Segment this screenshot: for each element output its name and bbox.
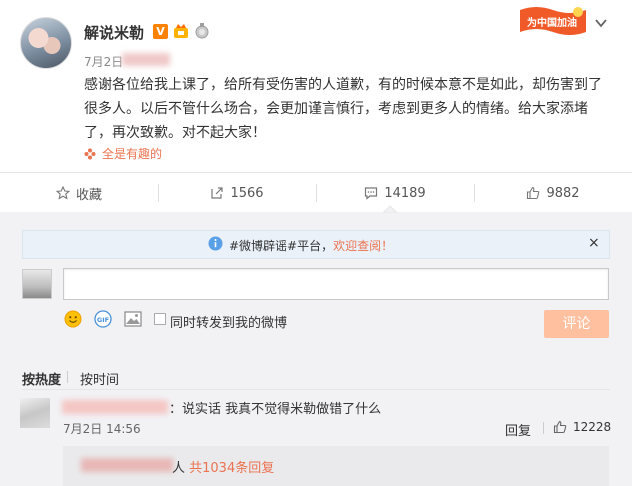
- rumor-notice-text[interactable]: #微博辟谣#平台，欢迎查阅！: [229, 237, 393, 254]
- repost-count: 1566: [230, 185, 264, 201]
- my-avatar[interactable]: [22, 269, 52, 299]
- info-icon: [208, 236, 223, 251]
- divider: [67, 371, 68, 383]
- repost-icon: [211, 187, 224, 199]
- sub-reply-summary[interactable]: 人 共1034条回复: [172, 457, 274, 476]
- comment-input[interactable]: [63, 268, 609, 300]
- comment-count: 14189: [384, 185, 426, 201]
- post-content: 感谢各位给我上课了，给所有受伤害的人道歉，有的时候本意不是如此，却伤害到了很多人…: [84, 77, 602, 141]
- action-bar: 收藏 1566 14189 9882: [0, 172, 632, 212]
- emoji-icon[interactable]: [64, 310, 82, 328]
- like-icon[interactable]: [553, 420, 567, 434]
- author-name[interactable]: 解说米勒: [84, 22, 144, 43]
- comment-date: 7月2日 14:56: [63, 422, 141, 436]
- svg-text:GIF: GIF: [97, 316, 109, 324]
- sort-by-hot-tab[interactable]: 按热度: [22, 369, 61, 388]
- comment-icon: [365, 187, 378, 200]
- like-count: 9882: [546, 185, 580, 201]
- close-icon[interactable]: ×: [588, 235, 600, 251]
- post-date[interactable]: 7月2日: [84, 53, 123, 70]
- flower-icon: [84, 148, 96, 160]
- submit-comment-button[interactable]: 评论: [544, 310, 609, 338]
- notice-link[interactable]: 欢迎查阅！: [333, 239, 393, 253]
- sub-reply-count-link[interactable]: 共1034条回复: [189, 461, 274, 476]
- medal-icon[interactable]: [194, 23, 210, 39]
- repost-checkbox[interactable]: [154, 313, 166, 325]
- favorite-label: 收藏: [75, 187, 102, 203]
- commenter-avatar[interactable]: [20, 398, 50, 428]
- like-button[interactable]: 9882: [474, 173, 632, 213]
- chevron-down-icon[interactable]: [594, 16, 608, 30]
- divider: [543, 422, 544, 434]
- member-crown-icon[interactable]: [173, 23, 189, 39]
- comment-text: ：说实话 我真不觉得米勒做错了什么: [169, 402, 382, 417]
- reply-button[interactable]: 回复: [505, 420, 531, 439]
- notice-prefix: #微博辟谣#平台，: [229, 239, 334, 253]
- sub-reply-suffix: 人: [172, 461, 190, 476]
- comment-like-count: 12228: [573, 420, 612, 434]
- sort-by-time-tab[interactable]: 按时间: [80, 369, 119, 388]
- image-icon[interactable]: [124, 311, 142, 327]
- star-icon: [55, 186, 70, 200]
- gif-icon[interactable]: GIF: [94, 310, 112, 328]
- favorite-button[interactable]: 收藏: [0, 173, 158, 213]
- source-link[interactable]: 全是有趣的: [102, 145, 162, 162]
- author-avatar[interactable]: [20, 17, 72, 69]
- verified-badge[interactable]: V: [153, 24, 168, 39]
- post-source-redacted: [122, 53, 170, 66]
- post-card: 解说米勒 V 7月2日 为中国加油 感谢各位给我上课了，给所有受伤害的人道歉，有…: [0, 0, 632, 172]
- cheer-banner-text: 为中国加油: [527, 18, 577, 29]
- like-icon: [527, 186, 540, 200]
- comment-caret: [383, 205, 397, 213]
- repost-button[interactable]: 1566: [158, 173, 316, 213]
- repost-checkbox-label[interactable]: 同时转发到我的微博: [170, 312, 287, 331]
- commenter-name-redacted[interactable]: [62, 400, 168, 414]
- sub-reply-names-redacted: [81, 458, 173, 472]
